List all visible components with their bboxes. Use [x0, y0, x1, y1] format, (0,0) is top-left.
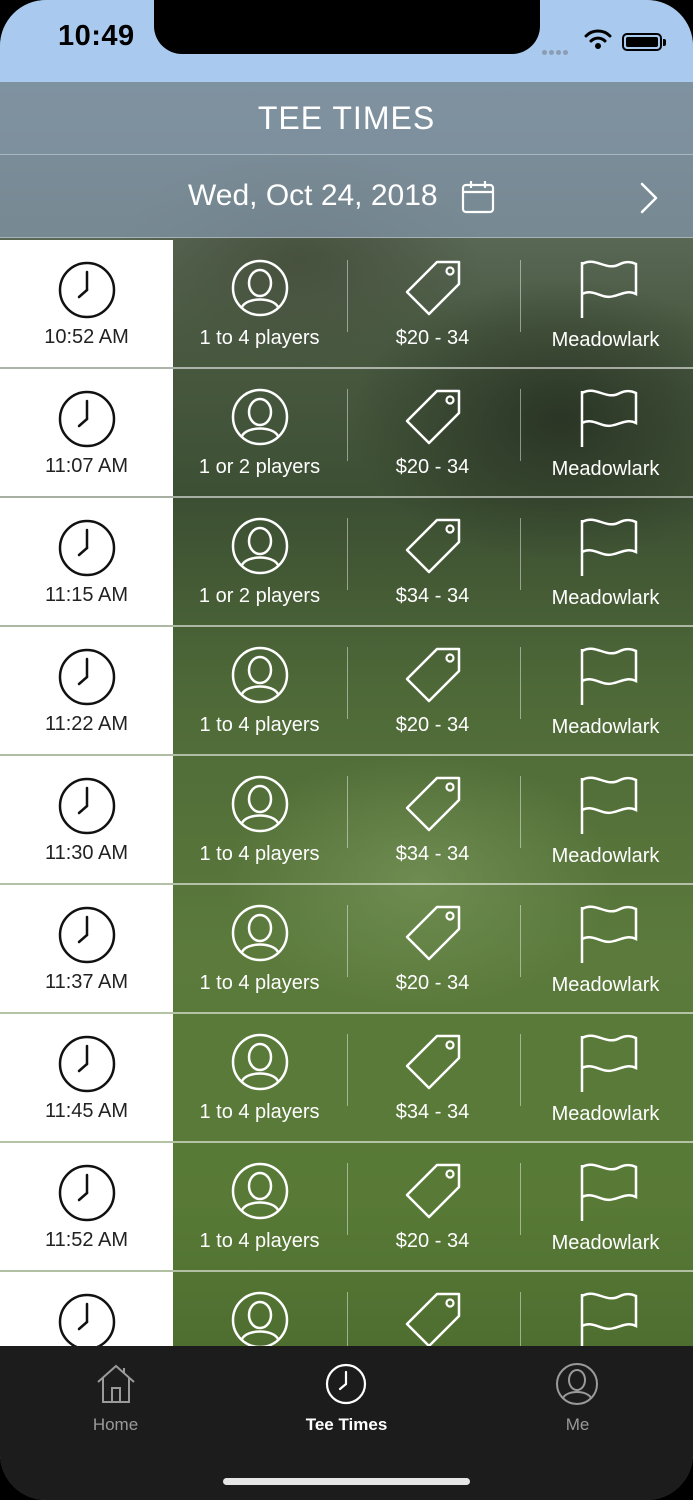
players-cell: 1 or 2 players: [173, 498, 346, 625]
tee-time-row[interactable]: 11:45 AM 1 to 4 players $34 - 34 Meadowlark: [0, 1014, 693, 1143]
price-cell: $34 - 34: [346, 498, 519, 625]
players-label: 1 or 2 players: [198, 456, 321, 478]
price-cell: $34 - 34: [346, 756, 519, 883]
signal-icon: [542, 42, 570, 60]
tee-time-label: 10:52 AM: [44, 326, 129, 348]
course-label: Meadowlark: [551, 974, 660, 996]
players-cell: 1 to 4 players: [173, 240, 346, 367]
tee-time-row[interactable]: 11:30 AM 1 to 4 players $34 - 34 Meadowlark: [0, 756, 693, 885]
players-cell: 1 to 4 players: [173, 1014, 346, 1141]
course-label: Meadowlark: [551, 716, 660, 738]
course-cell: Meadowlark: [519, 885, 692, 1012]
selected-date[interactable]: Wed, Oct 24, 2018: [188, 179, 438, 213]
price-label: $34 - 34: [395, 585, 470, 607]
tee-time-cell: 11:15 AM: [0, 498, 173, 625]
course-cell: Meadowlark: [519, 1014, 692, 1141]
tab-home[interactable]: Home: [0, 1346, 231, 1446]
tee-time-label: 11:37 AM: [44, 971, 129, 993]
price-label: $20 - 34: [395, 972, 470, 994]
tee-time-label: 11:45 AM: [44, 1100, 129, 1122]
course-cell: Meadowlark: [519, 756, 692, 883]
tee-time-row[interactable]: 11:15 AM 1 or 2 players $34 - 34 Meadowlark: [0, 498, 693, 627]
tee-time-row[interactable]: [0, 1272, 693, 1346]
price-label: $20 - 34: [395, 327, 470, 349]
price-label: $34 - 34: [395, 1101, 470, 1123]
course-label: Meadowlark: [551, 458, 660, 480]
tee-time-cell: 11:30 AM: [0, 756, 173, 883]
tab-bar: Home Tee Times Me: [0, 1346, 693, 1500]
players-label: 1 to 4 players: [199, 327, 320, 349]
players-cell: 1 or 2 players: [173, 369, 346, 496]
players-label: 1 to 4 players: [199, 972, 320, 994]
wifi-icon: [584, 28, 612, 55]
tee-time-row[interactable]: 11:22 AM 1 to 4 players $20 - 34 Meadowlark: [0, 627, 693, 756]
tee-time-row[interactable]: 11:52 AM 1 to 4 players $20 - 34 Meadowlark: [0, 1143, 693, 1272]
tab-me-label: Me: [565, 1415, 590, 1434]
players-label: 1 to 4 players: [199, 714, 320, 736]
tee-time-cell: 11:45 AM: [0, 1014, 173, 1141]
tee-time-cell: 11:37 AM: [0, 885, 173, 1012]
page-title-bar: TEE TIMES: [0, 82, 693, 155]
course-cell: Meadowlark: [519, 369, 692, 496]
tab-me[interactable]: Me: [462, 1346, 693, 1446]
players-label: 1 to 4 players: [199, 1230, 320, 1252]
price-cell: $20 - 34: [346, 240, 519, 367]
tee-time-label: 11:15 AM: [44, 584, 129, 606]
players-label: 1 to 4 players: [199, 1101, 320, 1123]
next-date-chevron-icon[interactable]: [638, 181, 660, 220]
course-cell: Meadowlark: [519, 498, 692, 625]
page-title: TEE TIMES: [257, 99, 436, 136]
tab-tee-times[interactable]: Tee Times: [231, 1346, 462, 1446]
tee-time-cell: 10:52 AM: [0, 240, 173, 367]
tee-time-label: 11:52 AM: [44, 1229, 129, 1251]
battery-icon: [622, 33, 666, 51]
price-cell: $20 - 34: [346, 627, 519, 754]
course-cell: Meadowlark: [519, 1143, 692, 1270]
tee-time-row[interactable]: 11:07 AM 1 or 2 players $20 - 34 Meadowlark: [0, 369, 693, 498]
tee-time-label: 11:22 AM: [44, 713, 129, 735]
players-cell: [173, 1272, 346, 1346]
course-cell: [519, 1272, 692, 1346]
price-label: $20 - 34: [395, 456, 470, 478]
players-label: 1 to 4 players: [199, 843, 320, 865]
tee-time-row[interactable]: 11:37 AM 1 to 4 players $20 - 34 Meadowlark: [0, 885, 693, 1014]
status-bar: 10:49: [0, 0, 693, 82]
tee-time-cell: [0, 1272, 173, 1346]
notch: [154, 0, 540, 54]
course-label: Meadowlark: [551, 1103, 660, 1125]
price-cell: $20 - 34: [346, 369, 519, 496]
players-label: 1 or 2 players: [198, 585, 321, 607]
price-label: $20 - 34: [395, 714, 470, 736]
course-label: Meadowlark: [551, 845, 660, 867]
course-label: Meadowlark: [551, 1232, 660, 1254]
home-indicator[interactable]: [223, 1478, 470, 1485]
players-cell: 1 to 4 players: [173, 756, 346, 883]
price-label: $20 - 34: [395, 1230, 470, 1252]
calendar-icon[interactable]: [461, 180, 495, 219]
tee-time-cell: 11:52 AM: [0, 1143, 173, 1270]
tee-time-label: 11:07 AM: [44, 455, 129, 477]
course-cell: Meadowlark: [519, 627, 692, 754]
course-label: Meadowlark: [551, 329, 660, 351]
tab-home-label: Home: [92, 1415, 139, 1434]
course-cell: Meadowlark: [519, 240, 692, 367]
date-selector[interactable]: Wed, Oct 24, 2018: [0, 155, 693, 238]
tee-times-list[interactable]: 10:52 AM 1 to 4 players $20 - 34 Meadowlark…: [0, 240, 693, 1346]
tee-time-cell: 11:22 AM: [0, 627, 173, 754]
players-cell: 1 to 4 players: [173, 627, 346, 754]
tee-time-cell: 11:07 AM: [0, 369, 173, 496]
tab-tee-times-label: Tee Times: [305, 1415, 388, 1434]
players-cell: 1 to 4 players: [173, 885, 346, 1012]
price-cell: $20 - 34: [346, 885, 519, 1012]
players-cell: 1 to 4 players: [173, 1143, 346, 1270]
phone-screen: 10:49 TEE TIMES Wed, Oct 24, 2018 10:52 …: [0, 0, 693, 1500]
tee-time-label: 11:30 AM: [44, 842, 129, 864]
price-cell: $34 - 34: [346, 1014, 519, 1141]
price-cell: $20 - 34: [346, 1143, 519, 1270]
price-label: $34 - 34: [395, 843, 470, 865]
price-cell: [346, 1272, 519, 1346]
tee-time-row[interactable]: 10:52 AM 1 to 4 players $20 - 34 Meadowlark: [0, 240, 693, 369]
course-label: Meadowlark: [551, 587, 660, 609]
status-time: 10:49: [58, 20, 135, 52]
